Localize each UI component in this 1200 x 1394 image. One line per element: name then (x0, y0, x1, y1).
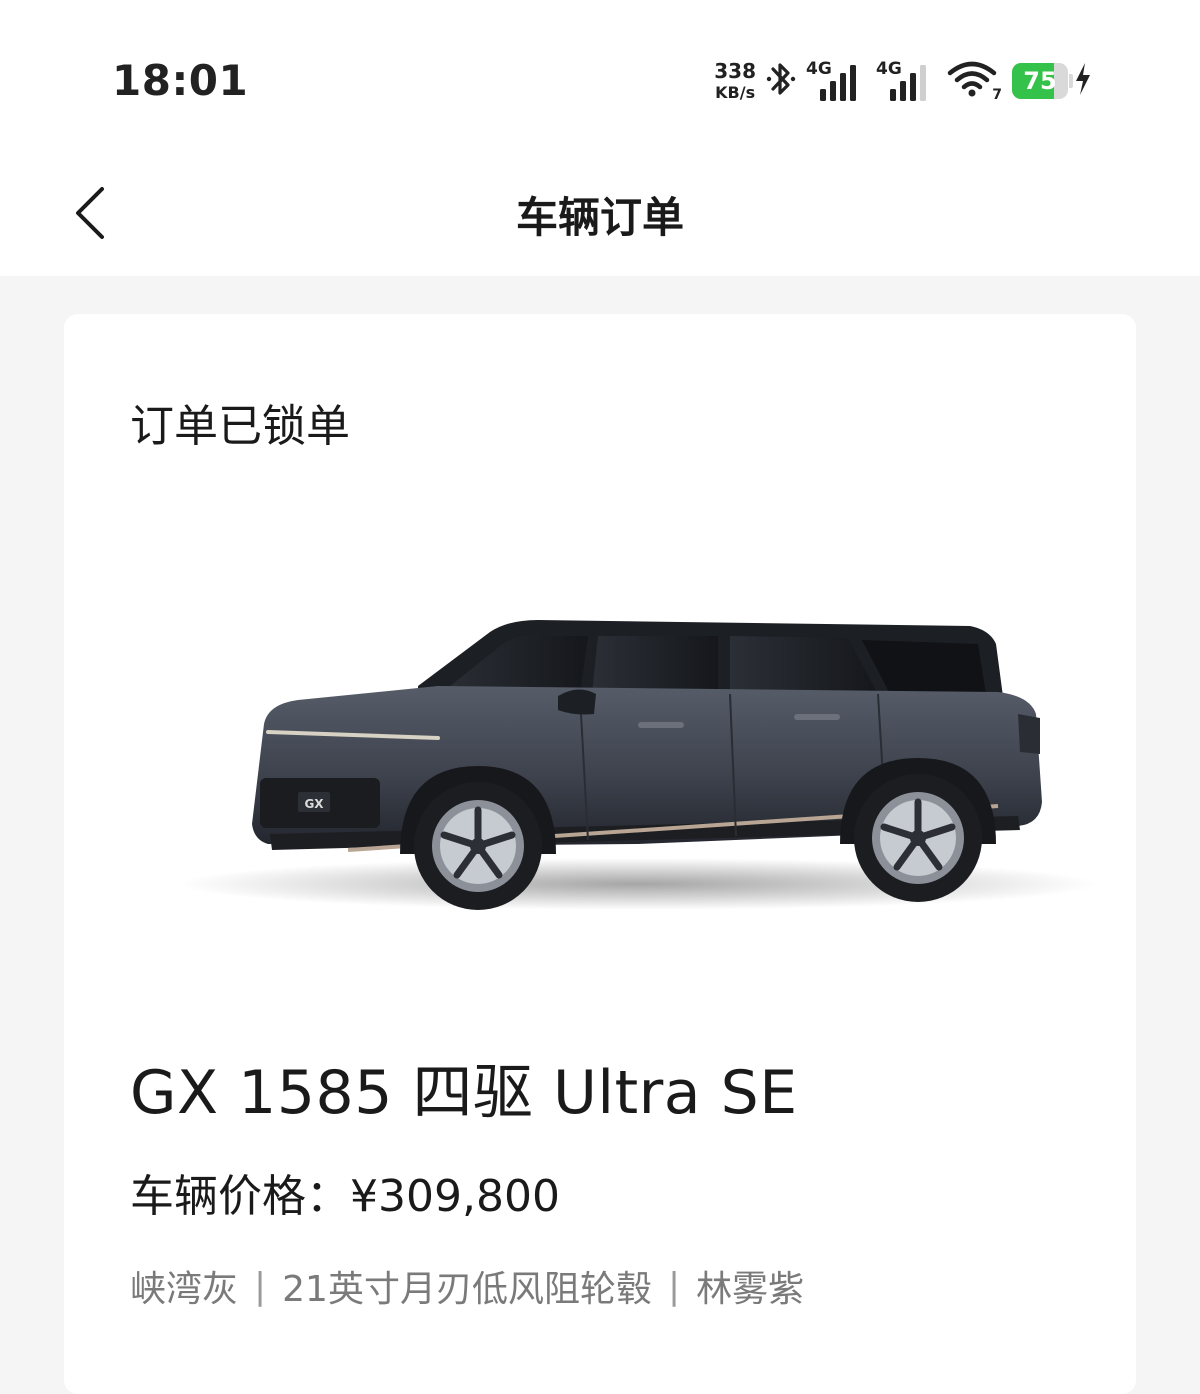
network-speed: 338 KB/s (714, 61, 756, 101)
signal2-label: 4G (876, 59, 902, 79)
wifi-level: 7 (992, 87, 1002, 103)
price-label: 车辆价格： (130, 1171, 350, 1222)
separator: | (667, 1265, 681, 1307)
separator: | (254, 1265, 267, 1307)
price-row: 车辆价格：¥309,800 (130, 1160, 560, 1224)
wifi-icon: 7 (946, 59, 1002, 103)
model-name: GX 1585 四驱 Ultra SE (130, 1058, 798, 1128)
option-color: 峡湾灰 (130, 1269, 239, 1310)
charging-icon (1074, 62, 1092, 100)
car-badge: GX (304, 797, 324, 811)
clock-time: 18:01 (112, 56, 249, 105)
status-icons: 338 KB/s 4G 4G 7 75 (714, 56, 1092, 106)
battery-level: 75 (1023, 67, 1057, 95)
signal-icon: 4G (806, 59, 866, 103)
option-interior: 林雾紫 (696, 1269, 805, 1310)
battery-icon: 75 (1012, 62, 1092, 100)
page-title: 车辆订单 (515, 193, 684, 242)
price-value: ¥309,800 (350, 1171, 560, 1222)
network-speed-value: 338 (714, 59, 756, 83)
config-options: 峡湾灰 | 21英寸月刃低风阻轮毂 | 林雾紫 (130, 1260, 804, 1312)
car-image: GX (118, 554, 1098, 974)
network-speed-unit: KB/s (715, 83, 756, 102)
bluetooth-icon (766, 59, 796, 103)
signal-icon: 4G (876, 59, 936, 103)
signal1-label: 4G (806, 59, 832, 79)
option-wheels: 21英寸月刃低风阻轮毂 (282, 1269, 652, 1310)
status-bar: 18:01 338 KB/s 4G 4G 7 75 (0, 0, 1200, 150)
order-card[interactable]: 订单已锁单 GX GX 1585 四驱 Ultra SE 车辆价格：¥309,8… (64, 314, 1136, 1394)
order-status: 订单已锁单 (130, 401, 350, 452)
nav-bar: 车辆订单 (0, 150, 1200, 276)
